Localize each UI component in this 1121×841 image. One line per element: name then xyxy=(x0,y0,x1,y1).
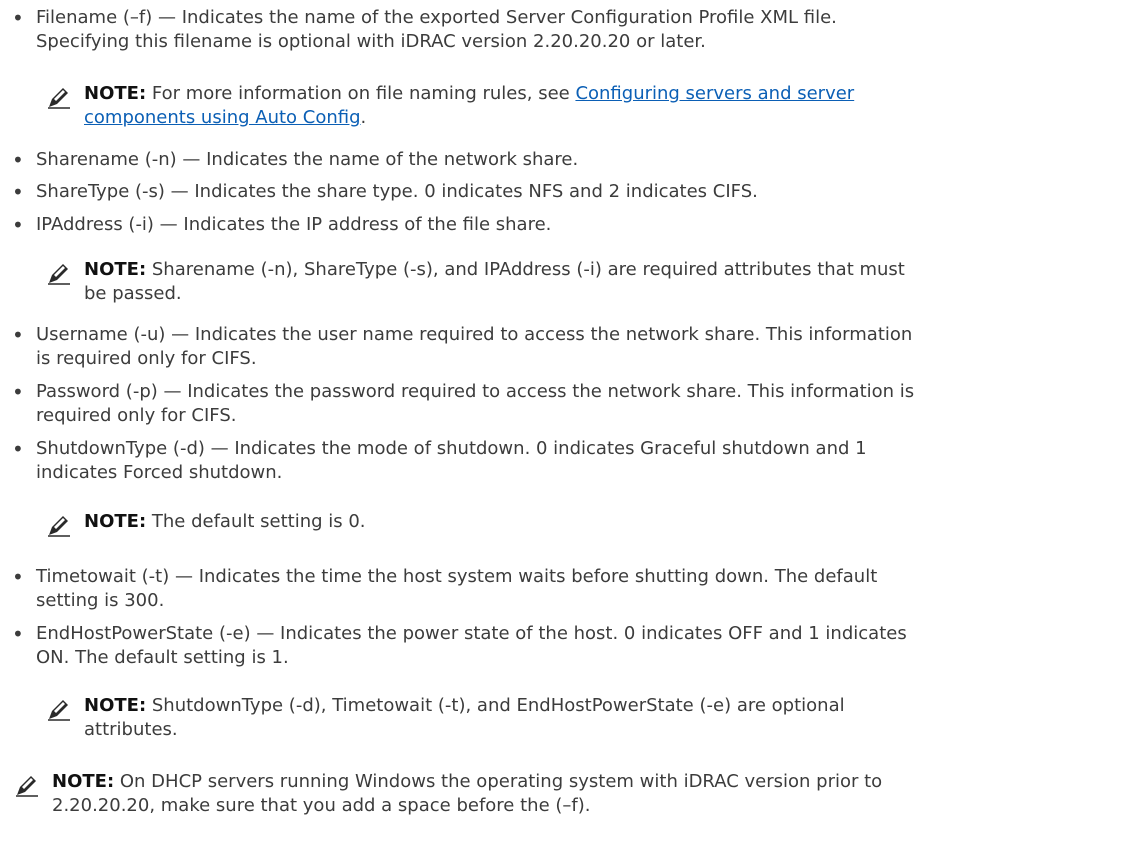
list-item-line: ON. The default setting is 1. xyxy=(36,647,289,668)
note-label: NOTE: xyxy=(84,83,147,104)
list-item-line: setting is 300. xyxy=(36,590,165,611)
pencil-note-icon xyxy=(48,516,70,537)
list-item-line: EndHostPowerState (-e) — Indicates the p… xyxy=(36,623,907,644)
list-item-line: indicates Forced shutdown. xyxy=(36,462,283,483)
pencil-note-icon xyxy=(48,700,70,721)
list-item-line: IPAddress (-i) — Indicates the IP addres… xyxy=(36,214,552,235)
pencil-note-icon xyxy=(48,88,70,109)
list-item-text: Filename (–f) — Indicates the name of th… xyxy=(36,6,1104,54)
auto-config-link[interactable]: Configuring servers and server xyxy=(575,83,854,104)
pencil-note-icon xyxy=(16,776,38,797)
list-item-text: Username (-u) — Indicates the user name … xyxy=(36,323,1104,371)
list-item-line: Username (-u) — Indicates the user name … xyxy=(36,324,913,345)
bullet-marker: • xyxy=(12,180,24,204)
list-item-text: Password (-p) — Indicates the password r… xyxy=(36,380,1104,428)
list-item-line: Password (-p) — Indicates the password r… xyxy=(36,381,915,402)
note-label: NOTE: xyxy=(84,511,147,532)
bullet-marker: • xyxy=(12,437,24,461)
list-item-line: is required only for CIFS. xyxy=(36,348,257,369)
note-suffix: . xyxy=(360,107,367,128)
note-label: NOTE: xyxy=(52,771,115,792)
note-line: 2.20.20.20, make sure that you add a spa… xyxy=(52,795,591,816)
list-item-text: IPAddress (-i) — Indicates the IP addres… xyxy=(36,213,1104,237)
list-item-line: Sharename (-n) — Indicates the name of t… xyxy=(36,149,579,170)
note-line: be passed. xyxy=(84,283,182,304)
note-line: The default setting is 0. xyxy=(151,511,366,532)
list-item-text: EndHostPowerState (-e) — Indicates the p… xyxy=(36,622,1104,670)
note-line: Sharename (-n), ShareType (-s), and IPAd… xyxy=(151,259,905,280)
note-line: attributes. xyxy=(84,719,178,740)
list-item-text: Sharename (-n) — Indicates the name of t… xyxy=(36,148,1104,172)
note-line: On DHCP servers running Windows the oper… xyxy=(119,771,883,792)
note-line: ShutdownType (-d), Timetowait (-t), and … xyxy=(151,695,845,716)
bullet-marker: • xyxy=(12,213,24,237)
note-text: NOTE: ShutdownType (-d), Timetowait (-t)… xyxy=(84,694,1034,742)
auto-config-link-cont[interactable]: components using Auto Config xyxy=(84,107,361,128)
list-item-line: ShareType (-s) — Indicates the share typ… xyxy=(36,181,758,202)
list-item-line: ShutdownType (-d) — Indicates the mode o… xyxy=(36,438,867,459)
note-text: NOTE: The default setting is 0. xyxy=(84,510,1034,534)
list-item-text: ShutdownType (-d) — Indicates the mode o… xyxy=(36,437,1104,485)
note-text: NOTE: Sharename (-n), ShareType (-s), an… xyxy=(84,258,1034,306)
list-item-line: Specifying this filename is optional wit… xyxy=(36,31,706,52)
pencil-note-icon xyxy=(48,264,70,285)
bullet-marker: • xyxy=(12,148,24,172)
note-label: NOTE: xyxy=(84,695,147,716)
bullet-marker: • xyxy=(12,622,24,646)
list-item-text: Timetowait (-t) — Indicates the time the… xyxy=(36,565,1104,613)
bullet-marker: • xyxy=(12,380,24,404)
note-prefix: For more information on file naming rule… xyxy=(151,83,576,104)
list-item-line: Timetowait (-t) — Indicates the time the… xyxy=(36,566,878,587)
list-item-text: ShareType (-s) — Indicates the share typ… xyxy=(36,180,1104,204)
list-item-line: required only for CIFS. xyxy=(36,405,237,426)
bullet-marker: • xyxy=(12,565,24,589)
bullet-marker: • xyxy=(12,6,24,30)
list-item-line: Filename (–f) — Indicates the name of th… xyxy=(36,7,837,28)
note-text: NOTE: On DHCP servers running Windows th… xyxy=(52,770,1002,818)
bullet-marker: • xyxy=(12,323,24,347)
note-label: NOTE: xyxy=(84,259,147,280)
note-text: NOTE: For more information on file namin… xyxy=(84,82,1034,130)
